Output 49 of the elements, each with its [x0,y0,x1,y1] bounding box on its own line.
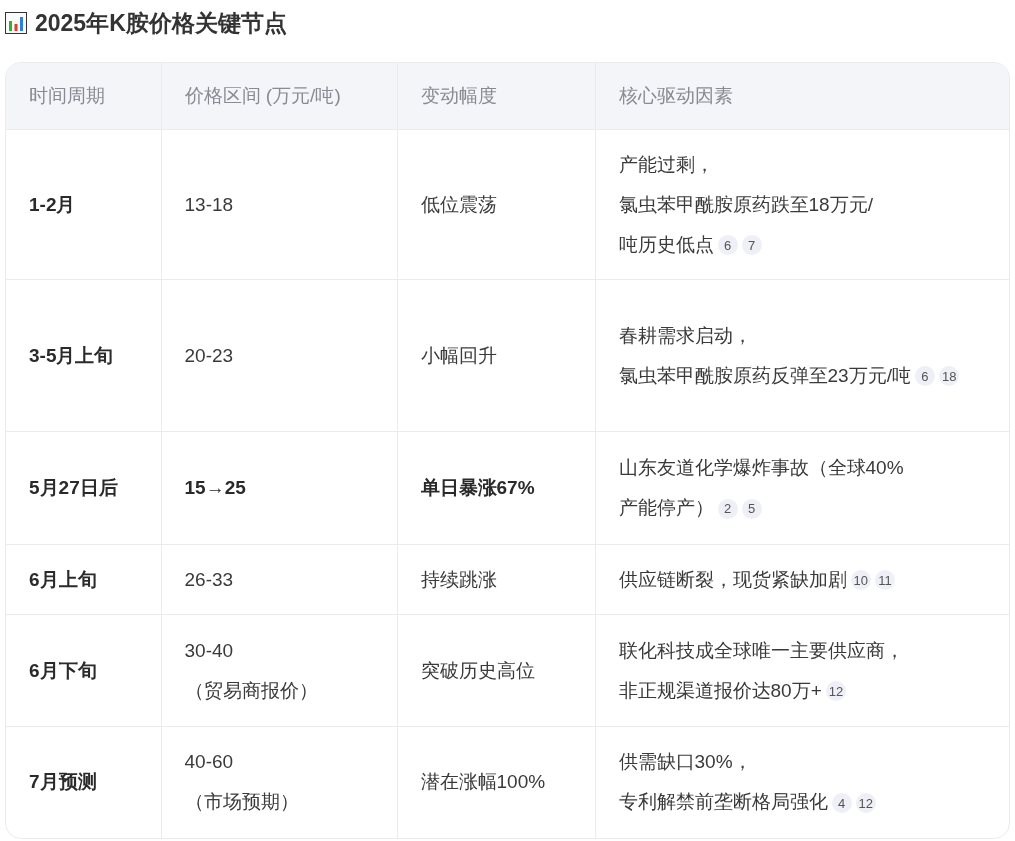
citation-badge[interactable]: 2 [717,499,738,519]
cell-text: 吨历史低点 [618,233,714,255]
cell-text: 产能过剩， [618,153,714,175]
cell-text: 氯虫苯甲酰胺原药反弹至23万元/吨 [618,364,911,386]
citation-badge[interactable]: 12 [855,793,876,814]
cell-text: 产能停产） [618,497,714,518]
citation-badge[interactable]: 12 [825,681,847,702]
cell-text: 单日暴涨67% [420,477,535,498]
citation-badge[interactable]: 4 [831,793,852,814]
column-header: 变动幅度 [420,85,497,106]
citation-badge[interactable]: 6 [717,235,738,256]
cell-text: 5月27日后 [29,477,118,498]
cell-text: 突破历史高位 [420,659,535,681]
cell-text: 小幅回升 [420,344,497,366]
citation-badge[interactable]: 10 [850,570,871,591]
citation-badge[interactable]: 6 [914,366,935,387]
cell-text: 3-5月上旬 [29,344,114,366]
cell-text: 30-40 [184,639,234,661]
cell-text: 氯虫苯甲酰胺原药跌至18万元/ [618,193,873,215]
cell-text: 持续跳涨 [420,568,497,590]
cell-text: 1-2月 [29,193,76,215]
cell-text: 山东友道化学爆炸事故（全球40% [618,457,904,478]
cell-text: 春耕需求启动， [618,324,752,346]
column-header: 时间周期 [29,85,105,106]
cell-text: 20-23 [184,344,234,366]
cell-text: 6月下旬 [29,659,97,681]
cell-text: （市场预期） [184,791,299,813]
cell-text: 非正规渠道报价达80万+ [618,679,822,701]
cell-text: 潜在涨幅100% [420,771,546,793]
cell-text: 15→25 [184,477,246,498]
citation-badge[interactable]: 5 [741,499,762,519]
cell-text: 供需缺口30%， [618,751,752,773]
column-header: 核心驱动因素 [618,85,733,106]
bar-chart-icon [5,12,27,34]
cell-text: 专利解禁前垄断格局强化 [618,791,828,813]
citation-badge[interactable]: 11 [874,570,895,591]
cell-text: 联化科技成全球唯一主要供应商， [618,639,904,661]
citation-badge[interactable]: 7 [741,235,762,256]
cell-text: 低位震荡 [420,193,497,215]
cell-text: 13-18 [184,193,234,215]
cell-text: 供应链断裂，现货紧缺加剧 [618,568,847,590]
citation-badge[interactable]: 18 [938,366,960,387]
cell-text: 7月预测 [29,771,97,793]
cell-text: 40-60 [184,751,234,773]
page-title: 2025年K胺价格关键节点 [35,8,287,38]
column-header: 价格区间 (万元/吨) [184,85,341,106]
cell-text: 6月上旬 [29,568,97,590]
cell-text: 26-33 [184,568,234,590]
cell-text: （贸易商报价） [184,679,318,701]
